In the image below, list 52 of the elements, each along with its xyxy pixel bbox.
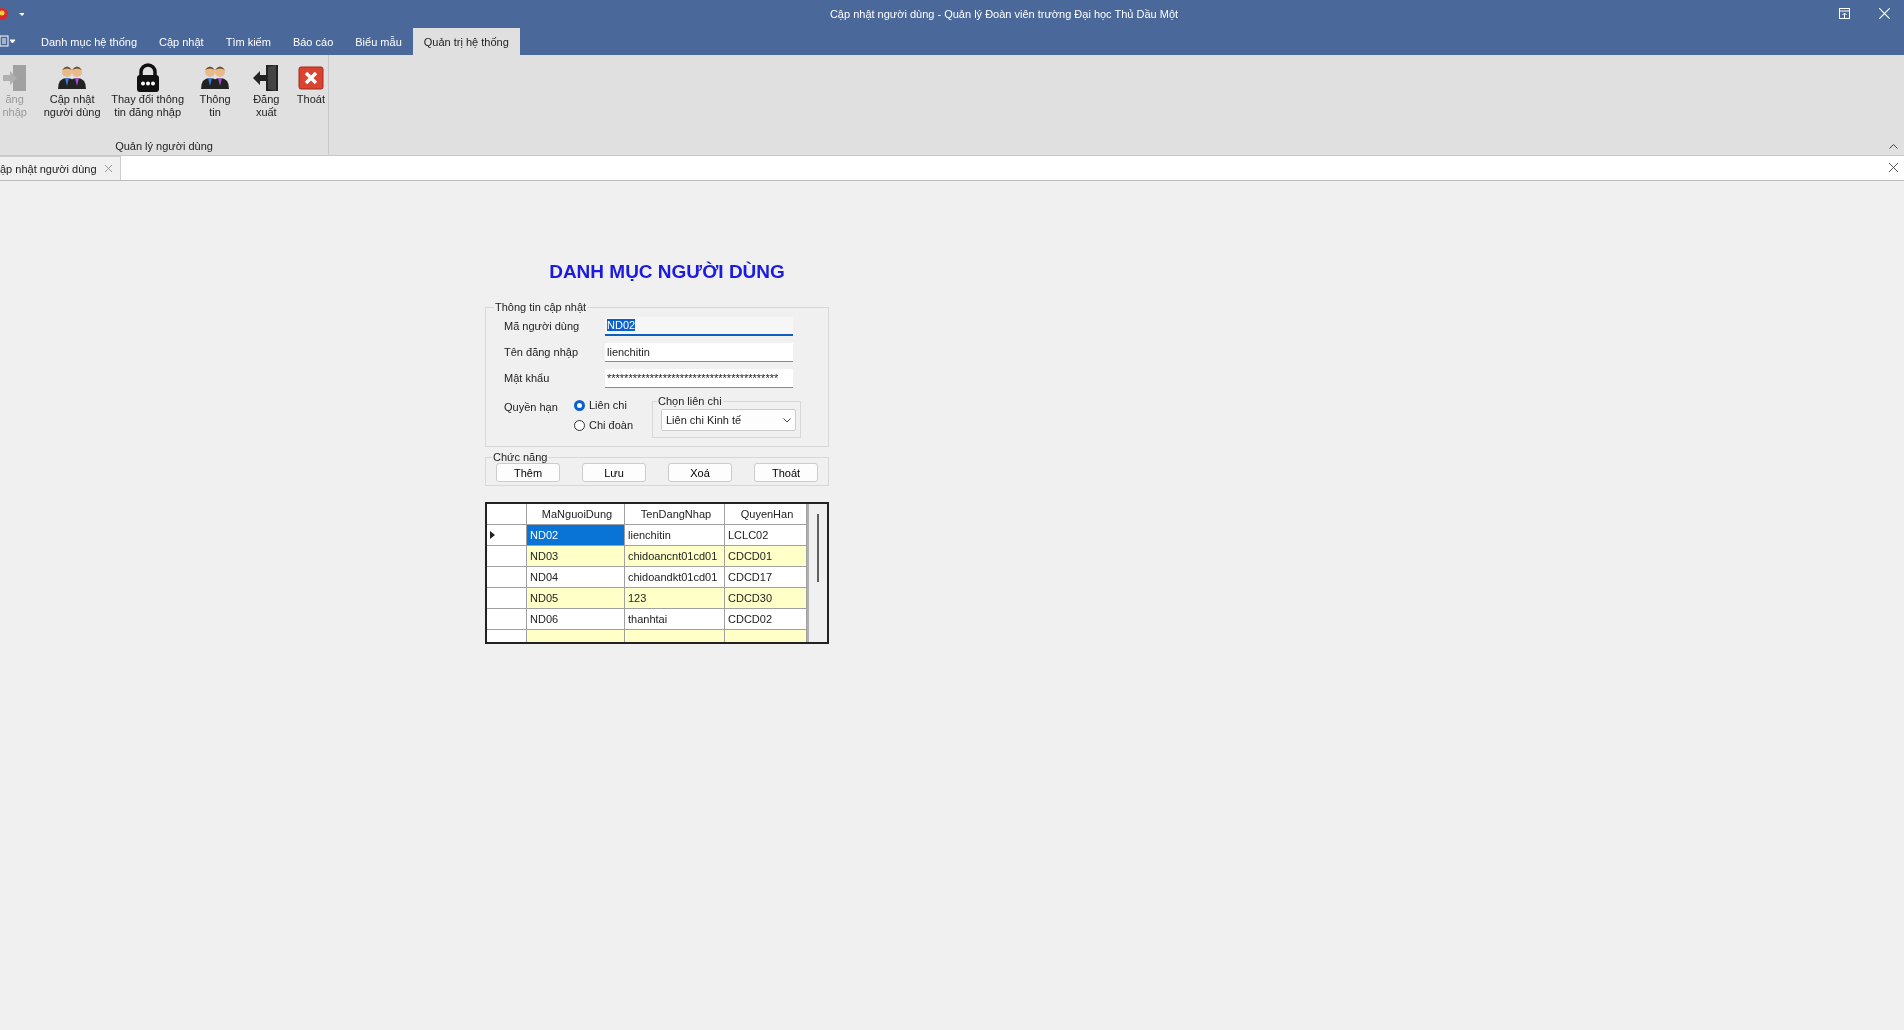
- window-title: Cập nhật người dùng - Quản lý Đoàn viên trường Đại học Thủ Dầu Một: [828, 7, 1180, 20]
- row-pointer-icon: [490, 531, 495, 539]
- branch-dropdown[interactable]: Liên chi Kinh tế: [661, 409, 796, 431]
- menu-icon[interactable]: [0, 35, 16, 47]
- scroll-thumb[interactable]: [817, 514, 819, 582]
- field-label: Mật khẩu: [504, 372, 551, 384]
- document-tab[interactable]: ập nhật người dùng: [0, 156, 121, 180]
- restore-icon[interactable]: [1838, 8, 1850, 19]
- ribbon-button[interactable]: Đăng xuất: [240, 63, 292, 119]
- row-header[interactable]: [487, 525, 527, 546]
- table-cell: CDCD30: [725, 588, 807, 609]
- table-cell: 123: [625, 588, 725, 609]
- ribbon-button[interactable]: Cập nhật người dùng: [40, 63, 104, 119]
- table-cell: chidoancnt01cd01: [625, 546, 725, 567]
- action-button[interactable]: Thêm: [496, 463, 560, 482]
- text-field[interactable]: ND02: [605, 316, 793, 336]
- field-label: Mã người dùng: [504, 320, 581, 332]
- text-field[interactable]: lienchitin: [605, 342, 793, 362]
- action-button[interactable]: Lưu: [582, 463, 646, 482]
- field-label: Tên đăng nhập: [504, 346, 579, 358]
- table-cell: ND05: [527, 588, 625, 609]
- ribbon-tab[interactable]: Biểu mẫu: [344, 28, 413, 55]
- ribbon-tab[interactable]: Danh mục hệ thống: [30, 28, 148, 55]
- column-header[interactable]: TenDangNhap: [625, 504, 725, 525]
- group-legend: Chức năng: [492, 451, 549, 463]
- door-arrow-icon: [0, 63, 29, 93]
- caret-icon[interactable]: [783, 417, 791, 423]
- table-cell: ND02: [527, 525, 625, 546]
- ribbon-tab[interactable]: Báo cáo: [281, 28, 345, 55]
- ribbon-button[interactable]: Thoát: [293, 63, 328, 106]
- ribbon-tab[interactable]: Cập nhật: [148, 28, 215, 55]
- collapse-icon[interactable]: [1889, 143, 1898, 149]
- form-heading: DANH MỤC NGƯỜI DÙNG: [548, 261, 786, 283]
- radio-button[interactable]: Liên chi: [574, 399, 652, 411]
- action-button[interactable]: Xoá: [668, 463, 732, 482]
- ribbon-tab[interactable]: Quản trị hệ thống: [412, 28, 520, 55]
- field-label: Quyền hạn: [504, 400, 559, 415]
- action-button[interactable]: Thoát: [754, 463, 818, 482]
- radio-button[interactable]: Chi đoàn: [574, 419, 652, 431]
- emblem-icon[interactable]: [0, 6, 24, 21]
- ribbon-button[interactable]: Thông tin: [191, 63, 239, 119]
- ribbon-button[interactable]: Thay đổi thông tin đăng nhập: [105, 63, 190, 119]
- table-cell: ND03: [527, 546, 625, 567]
- table-cell: CDCD01: [725, 546, 807, 567]
- group-label: Quản lý người dùng: [114, 140, 214, 154]
- group-legend: Chọn liên chi: [657, 395, 723, 407]
- close-icon[interactable]: [1889, 163, 1898, 172]
- close-icon: [296, 63, 325, 93]
- door-arrow-icon: [252, 63, 281, 93]
- ribbon-tab[interactable]: Tìm kiếm: [214, 28, 282, 55]
- text-field[interactable]: ****************************************: [605, 368, 793, 388]
- group-legend: Thông tin cập nhật: [494, 301, 588, 313]
